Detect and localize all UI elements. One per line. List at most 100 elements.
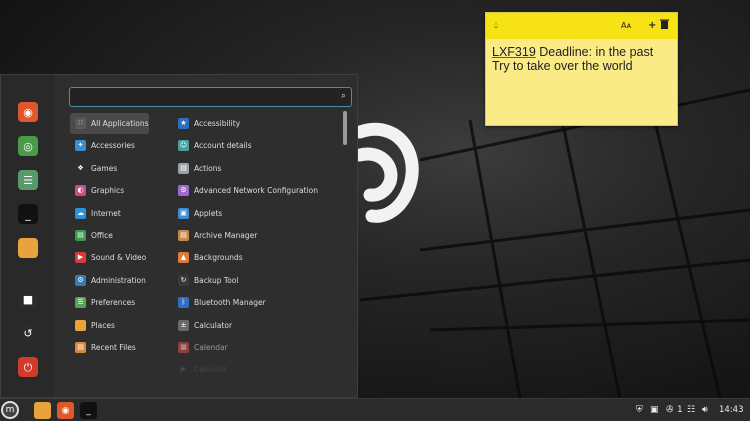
category-label: All Applications	[91, 119, 149, 128]
category-label: Sound & Video	[91, 253, 147, 263]
power-icon[interactable]: ⏻	[18, 357, 38, 377]
category-label: Accessories	[91, 141, 135, 151]
app-actions[interactable]: ▤ Actions	[173, 158, 341, 179]
lock-screen-icon[interactable]: ■	[18, 289, 38, 309]
app-label: Actions	[194, 163, 222, 173]
graphics-icon: ◐	[75, 185, 86, 197]
firefox-icon[interactable]: ◉	[18, 102, 38, 122]
logout-icon[interactable]: ↺	[18, 323, 38, 343]
files-folder-icon[interactable]	[34, 402, 51, 419]
app-bluetooth-manager[interactable]: ᛒ Bluetooth Manager	[173, 292, 341, 313]
applets-icon: ▣	[178, 207, 189, 219]
note-line-1-rest: Deadline: in the past	[535, 45, 654, 59]
category-preferences[interactable]: ☰ Preferences	[70, 292, 149, 313]
category-label: Recent Files	[91, 343, 136, 352]
accessibility-icon: ★	[178, 118, 189, 129]
category-places[interactable]: Places	[70, 315, 149, 336]
category-accessories[interactable]: ✦ Accessories	[70, 135, 149, 156]
update-manager-icon[interactable]: ▣	[650, 404, 659, 416]
app-label: Calculator	[194, 320, 233, 330]
app-account-details[interactable]: ☺ Account details	[173, 135, 341, 156]
celluloid-icon: ▶	[178, 364, 189, 376]
office-icon: ▤	[75, 230, 86, 241]
app-applets[interactable]: ▣ Applets	[173, 203, 341, 224]
firefox-icon[interactable]: ◉	[57, 402, 74, 419]
note-toolbar: 💧︎ Aᴀ +	[486, 13, 677, 39]
gamepad-icon: ❖	[75, 162, 86, 174]
mint-logo	[353, 122, 419, 223]
recent-files-icon: ▤	[75, 342, 86, 353]
sticky-note[interactable]: 💧︎ Aᴀ + LXF319 Deadline: in the past Try…	[485, 12, 678, 126]
calculator-icon: ±	[178, 319, 189, 331]
note-text[interactable]: LXF319 Deadline: in the past Try to take…	[486, 39, 677, 73]
category-label: Graphics	[91, 186, 125, 196]
app-advanced-network-configuration[interactable]: ⚙ Advanced Network Configuration	[173, 180, 341, 201]
network-icon[interactable]: ☷	[687, 404, 695, 416]
app-accessibility[interactable]: ★ Accessibility	[173, 113, 341, 134]
taskbar: ⛨ ▣ ✇ 1 ☷ 🔊︎ 14:43 m ◉ _	[0, 398, 750, 421]
note-line-2: Try to take over the world	[492, 59, 633, 73]
app-calendar[interactable]: ▦ Calendar	[173, 337, 341, 358]
app-backgrounds[interactable]: ▲ Backgrounds	[173, 247, 341, 268]
category-internet[interactable]: ☁ Internet	[70, 203, 149, 224]
app-label: Applets	[194, 208, 223, 218]
app-celluloid[interactable]: ▶ Celluloid	[173, 359, 341, 380]
category-label: Places	[91, 320, 115, 330]
backup-tool-icon: ↻	[178, 274, 189, 286]
notifications-icon[interactable]: ✇	[666, 404, 674, 416]
app-label: Calendar	[194, 343, 228, 352]
software-manager-icon[interactable]: ◎	[18, 136, 38, 156]
category-sound-video[interactable]: ▶ Sound & Video	[70, 247, 149, 268]
font-size-icon[interactable]: Aᴀ	[621, 19, 631, 33]
folder-icon	[75, 319, 86, 331]
archive-manager-icon: ▤	[178, 230, 189, 241]
search-icon[interactable]: ⌕	[341, 91, 346, 101]
search-box[interactable]: ⌕	[69, 87, 352, 107]
category-graphics[interactable]: ◐ Graphics	[70, 180, 149, 201]
administration-icon: ⚙	[75, 274, 86, 286]
clock[interactable]: 14:43	[719, 404, 744, 416]
app-label: Account details	[194, 141, 252, 151]
network-config-icon: ⚙	[178, 185, 189, 197]
category-label: Administration	[91, 275, 146, 285]
trash-icon[interactable]	[660, 19, 669, 34]
backgrounds-icon: ▲	[178, 252, 189, 264]
plus-icon[interactable]: +	[648, 19, 656, 33]
category-label: Internet	[91, 208, 121, 218]
app-label: Bluetooth Manager	[194, 298, 266, 308]
files-folder-icon[interactable]	[18, 238, 38, 258]
terminal-icon[interactable]: _	[18, 204, 38, 224]
account-details-icon: ☺	[178, 140, 189, 152]
terminal-icon[interactable]: _	[80, 402, 97, 419]
calendar-icon: ▦	[178, 342, 189, 353]
bluetooth-icon: ᛒ	[178, 297, 189, 309]
favorites-bar: ◉ ◎ ☰ _ ■ ↺ ⏻	[1, 75, 54, 397]
category-recent-files[interactable]: ▤ Recent Files	[70, 337, 149, 358]
shield-icon[interactable]: ⛨	[636, 404, 643, 416]
accessories-icon: ✦	[75, 140, 86, 152]
actions-icon: ▤	[178, 162, 189, 174]
note-tag: LXF319	[492, 45, 536, 59]
internet-icon: ☁	[75, 207, 86, 219]
category-label: Games	[91, 163, 118, 173]
app-label: Archive Manager	[194, 231, 258, 240]
app-list-scrollbar[interactable]	[343, 111, 347, 145]
app-calculator[interactable]: ± Calculator	[173, 315, 341, 336]
category-label: Preferences	[91, 298, 136, 308]
settings-manager-icon[interactable]: ☰	[18, 170, 38, 190]
category-all-applications[interactable]: ∷ All Applications	[70, 113, 149, 134]
app-archive-manager[interactable]: ▤ Archive Manager	[173, 225, 341, 246]
note-line-1: LXF319 Deadline: in the past	[492, 45, 671, 59]
search-input[interactable]	[74, 90, 324, 104]
volume-icon[interactable]: 🔊︎	[702, 404, 708, 416]
category-office[interactable]: ▤ Office	[70, 225, 149, 246]
category-games[interactable]: ❖ Games	[70, 158, 149, 179]
category-administration[interactable]: ⚙ Administration	[70, 270, 149, 291]
mint-menu-icon[interactable]: m	[1, 401, 19, 419]
app-label: Celluloid	[194, 365, 227, 375]
start-menu: ◉ ◎ ☰ _ ■ ↺ ⏻ ⌕ ∷ All Applications ✦ Accessories ❖…	[0, 74, 358, 398]
preferences-icon: ☰	[75, 297, 86, 309]
drop-icon[interactable]: 💧︎	[494, 19, 498, 33]
app-backup-tool[interactable]: ↻ Backup Tool	[173, 270, 341, 291]
grid-icon: ∷	[75, 118, 86, 129]
